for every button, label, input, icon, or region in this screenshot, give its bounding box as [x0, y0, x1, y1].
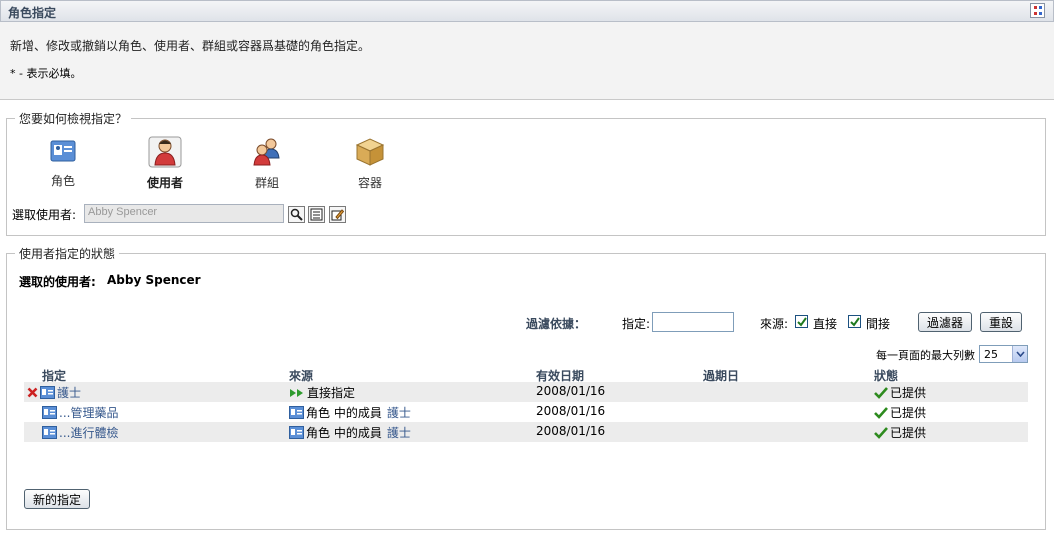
reset-button[interactable]: 重設	[980, 312, 1023, 332]
status-text: 已提供	[890, 406, 927, 420]
status-section-legend: 使用者指定的狀態	[19, 247, 116, 261]
direct-assignment-icon	[290, 388, 303, 397]
container-box-icon	[355, 138, 385, 166]
assignment-link[interactable]: 護士	[57, 384, 81, 401]
view-by-group[interactable]: 群組	[217, 136, 317, 191]
selected-user-name: Abby Spencer	[107, 273, 201, 287]
source-role-link[interactable]: 護士	[387, 404, 411, 421]
page-titlebar: 角色指定	[0, 0, 1054, 22]
page-title: 角色指定	[8, 6, 57, 20]
rows-per-page-value: 25	[984, 347, 998, 361]
table-row: 護士 直接指定 2008/01/16 已提供	[24, 382, 1028, 402]
history-list-icon[interactable]	[308, 206, 325, 223]
source-role-link[interactable]: 護士	[387, 424, 411, 441]
view-by-container[interactable]: 容器	[320, 136, 420, 191]
filter-button[interactable]: 過濾器	[918, 312, 973, 332]
view-option-label: 容器	[357, 176, 382, 190]
view-option-label: 使用者	[146, 176, 183, 190]
status-check-icon	[874, 386, 888, 399]
portlet-menu-icon[interactable]	[1030, 3, 1045, 18]
edit-pencil-icon[interactable]	[329, 206, 346, 223]
indirect-checkbox[interactable]	[848, 315, 861, 328]
direct-label: 直接	[813, 317, 838, 331]
page-description: 新增、修改或撤銷以角色、使用者、群組或容器爲基礎的角色指定。	[10, 39, 371, 53]
view-section-legend: 您要如何檢視指定？	[19, 112, 128, 126]
selected-user-label: 選取的使用者:	[19, 275, 96, 289]
role-card-icon	[40, 386, 55, 399]
role-card-icon	[289, 426, 304, 439]
view-by-role[interactable]: 角色	[13, 136, 113, 189]
filter-source-label: 來源:	[760, 317, 789, 331]
role-card-icon	[50, 140, 76, 162]
effective-date: 2008/01/16	[536, 424, 606, 438]
effective-date: 2008/01/16	[536, 404, 606, 418]
group-icon	[253, 138, 280, 166]
assignment-link[interactable]: ...進行體檢	[59, 424, 118, 441]
view-by-user[interactable]: 使用者	[115, 136, 215, 191]
role-card-icon	[42, 426, 57, 439]
view-option-label: 角色	[50, 174, 75, 188]
required-note: * - 表示必填。	[10, 67, 82, 80]
source-text: 角色 中的成員	[306, 406, 382, 420]
remove-x-icon[interactable]	[27, 387, 38, 398]
checkmark-icon	[849, 316, 860, 327]
source-text: 角色 中的成員	[306, 426, 382, 440]
new-assignment-button[interactable]: 新的指定	[24, 489, 91, 509]
filter-assignment-input[interactable]	[652, 312, 734, 332]
search-icon[interactable]	[288, 206, 305, 223]
select-user-label: 選取使用者:	[12, 208, 77, 222]
source-text: 直接指定	[307, 386, 356, 400]
rows-per-page-select[interactable]: 25	[979, 345, 1028, 363]
filter-assignment-label: 指定:	[622, 317, 651, 331]
description-panel: 新增、修改或撤銷以角色、使用者、群組或容器爲基礎的角色指定。 * - 表示必填。	[0, 22, 1054, 100]
role-card-icon	[42, 406, 57, 419]
indirect-label: 間接	[866, 317, 891, 331]
chevron-down-icon[interactable]	[1012, 346, 1027, 362]
assignment-link[interactable]: ...管理藥品	[59, 404, 118, 421]
view-option-label: 群組	[254, 176, 279, 190]
status-check-icon	[874, 406, 888, 419]
user-icon	[148, 136, 182, 168]
select-user-input[interactable]: Abby Spencer	[84, 204, 284, 223]
status-text: 已提供	[890, 386, 927, 400]
role-card-icon	[289, 406, 304, 419]
table-row: ...管理藥品 角色 中的成員 護士 2008/01/16 已提供	[24, 402, 1028, 422]
status-check-icon	[874, 426, 888, 439]
table-row: ...進行體檢 角色 中的成員 護士 2008/01/16 已提供	[24, 422, 1028, 442]
filter-title: 過濾依據：	[526, 317, 587, 331]
rows-per-page-label: 每一頁面的最大列數	[876, 349, 975, 362]
effective-date: 2008/01/16	[536, 384, 606, 398]
status-text: 已提供	[890, 426, 927, 440]
direct-checkbox[interactable]	[795, 315, 808, 328]
checkmark-icon	[796, 316, 807, 327]
